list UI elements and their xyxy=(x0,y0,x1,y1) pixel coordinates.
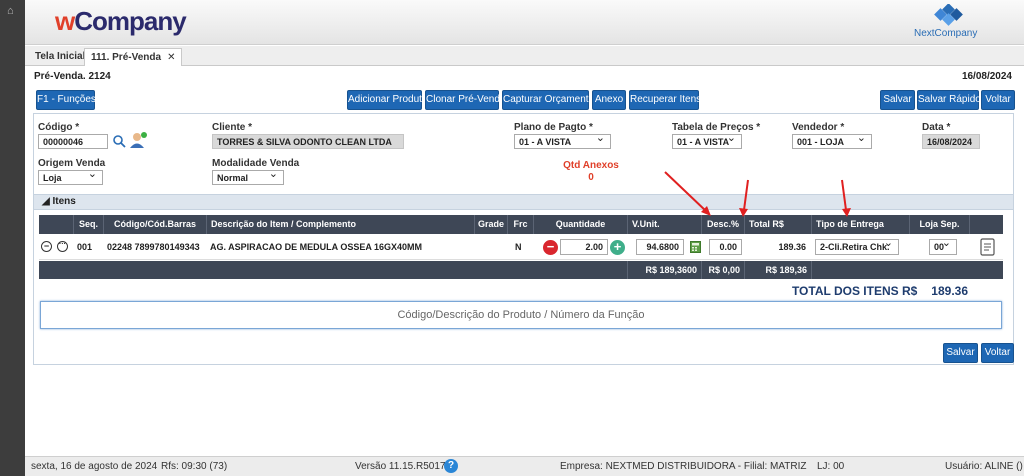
calculator-icon[interactable] xyxy=(690,241,701,253)
annotation-arrow-entrega xyxy=(841,179,851,217)
footer-lj: LJ: 00 xyxy=(817,461,845,472)
col-seq[interactable]: Seq. xyxy=(73,215,103,234)
col-quantidade[interactable]: Quantidade xyxy=(533,215,627,234)
bottom-voltar-button[interactable]: Voltar xyxy=(981,343,1014,363)
app-header: wCompany NextCompany xyxy=(25,0,1024,45)
cell-seq: 001 xyxy=(77,242,93,252)
vendedor-select[interactable]: 001 - LOJA xyxy=(792,134,872,149)
table-row: − ··· 001 02248 7899780149343 AG. ASPIRA… xyxy=(39,234,1003,260)
plano-pagto-label: Plano de Pagto * xyxy=(514,122,593,133)
total-vunit: R$ 189,3600 xyxy=(627,261,701,279)
left-sidebar: ⌂ xyxy=(0,0,25,476)
plano-pagto-select[interactable]: 01 - A VISTA xyxy=(514,134,611,149)
app-window: wCompany NextCompany Tela Inicial 111. P… xyxy=(25,0,1024,476)
total-itens-label: TOTAL DOS ITENS R$ xyxy=(791,284,918,298)
col-actions xyxy=(969,215,1003,234)
origem-venda-select[interactable]: Loja xyxy=(38,170,103,185)
tipo-entrega-select[interactable]: 2-Cli.Retira Chk. xyxy=(815,239,899,255)
qtd-anexos-value: 0 xyxy=(588,172,594,183)
modalidade-venda-select[interactable]: Normal xyxy=(212,170,284,185)
col-codigo[interactable]: Código/Cód.Barras xyxy=(103,215,206,234)
annotation-arrow-vunit xyxy=(664,171,711,216)
user-client-icon[interactable] xyxy=(129,131,147,149)
clonar-pre-venda-button[interactable]: Clonar Pré-Venda xyxy=(425,90,506,110)
bottom-salvar-button[interactable]: Salvar xyxy=(943,343,978,363)
cliente-label: Cliente * xyxy=(212,122,253,133)
decrease-quantity-button[interactable]: − xyxy=(543,240,558,255)
remove-item-icon[interactable]: − xyxy=(41,241,52,252)
recuperar-itens-button[interactable]: Recuperar Itens xyxy=(629,90,701,110)
nextcompany-text: NextCompany xyxy=(914,28,978,39)
itens-section-header[interactable]: ◢ Itens xyxy=(34,194,1013,210)
codigo-input[interactable]: 00000046 xyxy=(38,134,108,149)
page-date: 16/08/2024 xyxy=(961,71,1012,82)
total-desc: R$ 0,00 xyxy=(701,261,744,279)
close-tab-icon[interactable]: ✕ xyxy=(167,52,175,63)
cliente-field: TORRES & SILVA ODONTO CLEAN LTDA xyxy=(212,134,404,149)
col-frc[interactable]: Frc xyxy=(507,215,533,234)
anexo-button[interactable]: Anexo xyxy=(592,90,626,110)
modalidade-venda-label: Modalidade Venda xyxy=(212,158,300,169)
funcoes-button[interactable]: F1 - Funções xyxy=(36,90,96,110)
total-total: R$ 189,36 xyxy=(744,261,811,279)
footer-usuario: Usuário: ALINE () xyxy=(945,461,1023,472)
itens-totals-row: R$ 189,3600 R$ 0,00 R$ 189,36 xyxy=(39,261,1003,279)
col-grade[interactable]: Grade xyxy=(474,215,507,234)
product-search-input[interactable]: Código/Descrição do Produto / Número da … xyxy=(40,301,1002,329)
tabela-precos-label: Tabela de Preços * xyxy=(672,122,761,133)
voltar-button[interactable]: Voltar xyxy=(981,90,1015,110)
more-options-icon[interactable]: ··· xyxy=(57,241,68,252)
col-tipo-entrega[interactable]: Tipo de Entrega xyxy=(811,215,909,234)
total-itens-value: 189.36 xyxy=(931,284,968,298)
tabela-precos-select[interactable]: 01 - A VISTA xyxy=(672,134,742,149)
loja-sep-select[interactable]: 00 xyxy=(929,239,957,255)
vunit-input[interactable]: 94.6800 xyxy=(636,239,684,255)
footer-datetime: sexta, 16 de agosto de 2024 xyxy=(31,461,158,472)
tab-pre-venda[interactable]: 111. Pré-Venda ✕ xyxy=(84,48,183,66)
total-itens: TOTAL DOS ITENS R$ 189.36 xyxy=(792,284,968,298)
wcompany-logo: wCompany xyxy=(55,6,187,36)
footer-rfs: Rfs: 09:30 (73) xyxy=(161,461,228,472)
data-field: 16/08/2024 xyxy=(922,134,980,149)
adicionar-produto-button[interactable]: Adicionar Produto xyxy=(347,90,428,110)
qtd-anexos-label: Qtd Anexos xyxy=(563,160,619,171)
codigo-label: Código * xyxy=(38,122,80,133)
page-title: Pré-Venda. 2124 xyxy=(34,71,111,82)
quantity-input[interactable]: 2.00 xyxy=(560,239,608,255)
footer-empresa: Empresa: NEXTMED DISTRIBUIDORA - Filial:… xyxy=(560,461,807,472)
search-icon[interactable] xyxy=(112,134,126,148)
nextcompany-diamond-icon xyxy=(934,4,963,26)
pre-venda-panel: Código * 00000046 Cliente * TORRES & SIL… xyxy=(33,113,1014,365)
col-total[interactable]: Total R$ xyxy=(744,215,811,234)
capturar-orcamento-button[interactable]: Capturar Orçamento xyxy=(502,90,594,110)
desc-input[interactable]: 0.00 xyxy=(709,239,742,255)
help-icon[interactable]: ? xyxy=(444,459,458,473)
totals-filler xyxy=(811,261,1003,279)
tab-tela-inicial[interactable]: Tela Inicial xyxy=(29,48,91,66)
col-descricao[interactable]: Descrição do Item / Complemento xyxy=(206,215,474,234)
cell-codigo: 02248 7899780149343 xyxy=(107,242,200,252)
vendedor-label: Vendedor * xyxy=(792,122,845,133)
collapse-icon[interactable]: ◢ xyxy=(42,196,52,207)
footer-versao: Versão 11.15.R5017 xyxy=(355,461,446,472)
tab-bar: Tela Inicial 111. Pré-Venda ✕ xyxy=(25,46,1024,66)
data-label: Data * xyxy=(922,122,951,133)
salvar-button[interactable]: Salvar xyxy=(880,90,915,110)
col-loja-sep[interactable]: Loja Sep. xyxy=(909,215,969,234)
cell-frc: N xyxy=(515,242,522,252)
salvar-rapido-button[interactable]: Salvar Rápido xyxy=(917,90,981,110)
origem-venda-label: Origem Venda xyxy=(38,158,106,169)
increase-quantity-button[interactable]: + xyxy=(610,240,625,255)
nextcompany-logo: NextCompany xyxy=(914,4,984,40)
status-bar: sexta, 16 de agosto de 2024 Rfs: 09:30 (… xyxy=(25,456,1024,476)
document-icon[interactable] xyxy=(980,238,995,256)
itens-grid-header: Seq. Código/Cód.Barras Descrição do Item… xyxy=(39,215,1003,234)
annotation-arrow-desc xyxy=(739,179,749,217)
cell-descricao: AG. ASPIRACAO DE MEDULA OSSEA 16GX40MM xyxy=(210,242,423,252)
home-icon[interactable]: ⌂ xyxy=(7,6,18,17)
cell-total: 189.36 xyxy=(778,242,806,252)
